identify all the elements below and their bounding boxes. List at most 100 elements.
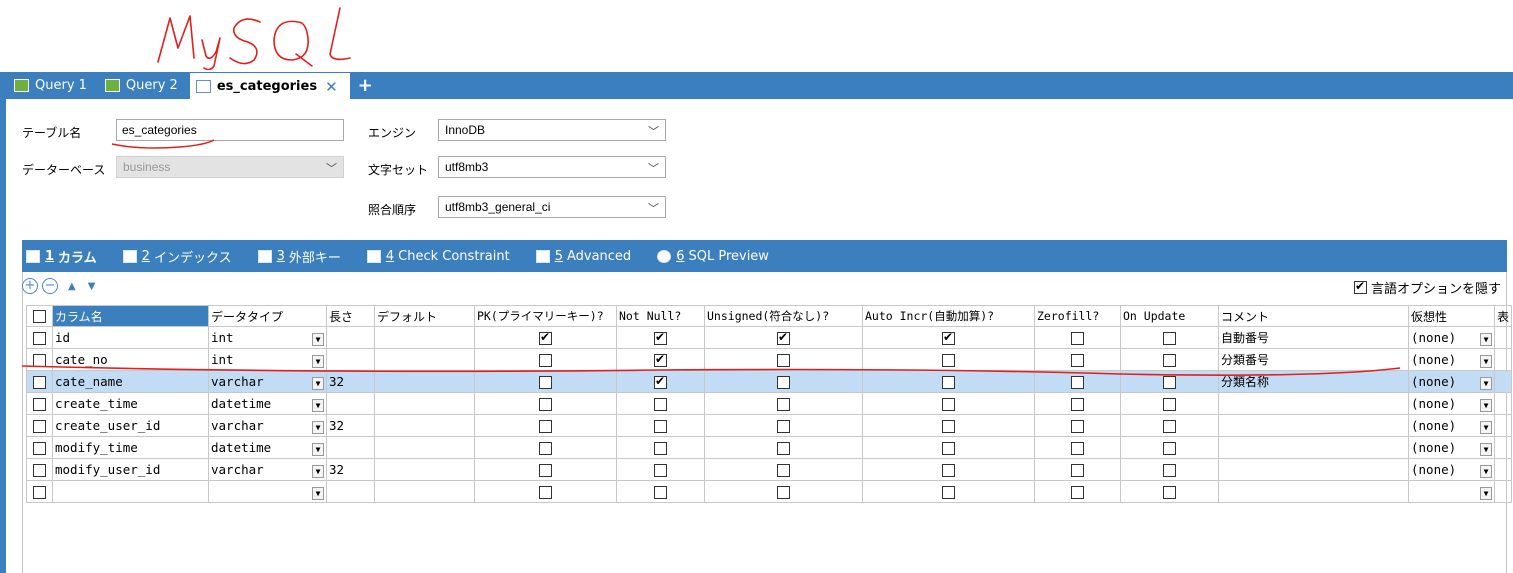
unsigned-checkbox[interactable] — [777, 463, 790, 477]
data-type-header[interactable]: データタイプ — [208, 305, 327, 327]
data-type-cell[interactable]: varchar ▼ — [208, 414, 327, 437]
zerofill-checkbox[interactable] — [1071, 463, 1084, 477]
pk-cell[interactable] — [474, 480, 617, 503]
chevron-down-icon[interactable]: ▼ — [1480, 487, 1492, 500]
notnull-cell[interactable] — [616, 414, 705, 437]
zerofill-checkbox[interactable] — [1071, 419, 1084, 433]
collation-select[interactable]: utf8mb3_general_ci ﹀ — [438, 196, 666, 218]
unsigned-cell[interactable] — [704, 436, 863, 459]
pk-checkbox[interactable] — [539, 397, 552, 411]
chevron-down-icon[interactable]: ▼ — [1480, 333, 1492, 346]
column-name-cell[interactable]: create_user_id — [52, 414, 209, 437]
zerofill-cell[interactable] — [1034, 414, 1121, 437]
expression-cell[interactable] — [1493, 392, 1513, 415]
default-cell[interactable] — [374, 436, 475, 459]
tab-query-2[interactable]: Query 2 — [99, 72, 190, 99]
move-up-button[interactable]: ▲ — [68, 281, 76, 292]
zerofill-checkbox[interactable] — [1071, 485, 1084, 499]
autoinc-checkbox[interactable] — [942, 441, 955, 455]
virtuality-cell[interactable]: (none) ▼ — [1408, 348, 1495, 371]
data-type-cell[interactable]: int ▼ — [208, 326, 327, 349]
column-name-cell[interactable]: modify_time — [52, 436, 209, 459]
comment-cell[interactable]: 自動番号 — [1218, 326, 1409, 349]
onupdate-cell[interactable] — [1120, 436, 1219, 459]
data-type-cell[interactable]: ▼ — [208, 480, 327, 503]
onupdate-checkbox[interactable] — [1163, 419, 1176, 433]
row-select-checkbox[interactable] — [33, 397, 46, 411]
notnull-checkbox[interactable] — [654, 419, 667, 433]
autoinc-cell[interactable] — [862, 392, 1035, 415]
expression-cell[interactable] — [1493, 348, 1513, 371]
zerofill-checkbox[interactable] — [1071, 397, 1084, 411]
column-name-cell[interactable]: id — [52, 326, 209, 349]
onupdate-cell[interactable] — [1120, 480, 1219, 503]
chevron-down-icon[interactable]: ▼ — [312, 443, 324, 456]
pk-header[interactable]: PK(プライマリーキー)? — [474, 305, 617, 327]
row-select-cell[interactable] — [26, 458, 53, 481]
onupdate-cell[interactable] — [1120, 458, 1219, 481]
notnull-cell[interactable] — [616, 326, 705, 349]
unsigned-checkbox[interactable] — [777, 330, 790, 345]
virtuality-cell[interactable]: (none) ▼ — [1408, 436, 1495, 459]
notnull-checkbox[interactable] — [654, 441, 667, 455]
default-header[interactable]: デフォルト — [374, 305, 475, 327]
on-update-header[interactable]: On Update — [1120, 305, 1219, 327]
unsigned-header[interactable]: Unsigned(符合なし)? — [704, 305, 863, 327]
comment-cell[interactable] — [1218, 414, 1409, 437]
default-cell[interactable] — [374, 392, 475, 415]
row-select-cell[interactable] — [26, 436, 53, 459]
zerofill-checkbox[interactable] — [1071, 331, 1084, 345]
notnull-checkbox[interactable] — [654, 397, 667, 411]
virtuality-cell[interactable]: (none) ▼ — [1408, 414, 1495, 437]
autoinc-checkbox[interactable] — [942, 485, 955, 499]
length-cell[interactable] — [326, 480, 375, 503]
engine-select[interactable]: InnoDB ﹀ — [438, 119, 666, 141]
onupdate-cell[interactable] — [1120, 326, 1219, 349]
notnull-checkbox[interactable] — [654, 485, 667, 499]
virtuality-cell[interactable]: (none) ▼ — [1408, 458, 1495, 481]
expression-cell[interactable] — [1493, 370, 1513, 393]
notnull-cell[interactable] — [616, 458, 705, 481]
autoinc-cell[interactable] — [862, 436, 1035, 459]
table-row[interactable]: create_time datetime ▼ (none) ▼ — [26, 392, 1513, 415]
default-cell[interactable] — [374, 458, 475, 481]
pk-checkbox[interactable] — [539, 330, 552, 345]
subtab-check-constraint[interactable]: 4 Check Constraint — [366, 249, 510, 264]
charset-select[interactable]: utf8mb3 ﹀ — [438, 156, 666, 178]
default-cell[interactable] — [374, 480, 475, 503]
unsigned-cell[interactable] — [704, 392, 863, 415]
table-row[interactable]: modify_time datetime ▼ (none) ▼ — [26, 436, 1513, 459]
onupdate-checkbox[interactable] — [1163, 485, 1176, 499]
unsigned-cell[interactable] — [704, 458, 863, 481]
autoinc-cell[interactable] — [862, 414, 1035, 437]
subtab-sql-preview[interactable]: 6 SQL Preview — [657, 249, 769, 264]
chevron-down-icon[interactable]: ▼ — [1480, 465, 1492, 478]
pk-cell[interactable] — [474, 436, 617, 459]
chevron-down-icon[interactable]: ▼ — [312, 333, 324, 346]
row-select-cell[interactable] — [26, 326, 53, 349]
column-name-cell[interactable] — [52, 480, 209, 503]
add-column-button[interactable]: + — [22, 278, 38, 294]
select-all-checkbox-cell[interactable] — [26, 305, 53, 327]
column-name-cell[interactable]: create_time — [52, 392, 209, 415]
zerofill-cell[interactable] — [1034, 326, 1121, 349]
chevron-down-icon[interactable]: ▼ — [1480, 377, 1492, 390]
chevron-down-icon[interactable]: ▼ — [1480, 355, 1492, 368]
subtab-advanced[interactable]: 5 Advanced — [535, 249, 631, 264]
notnull-cell[interactable] — [616, 392, 705, 415]
onupdate-checkbox[interactable] — [1163, 463, 1176, 477]
virtuality-cell[interactable]: ▼ — [1408, 480, 1495, 503]
virtuality-header[interactable]: 仮想性 — [1408, 305, 1495, 327]
comment-cell[interactable] — [1218, 458, 1409, 481]
unsigned-cell[interactable] — [704, 414, 863, 437]
tab-es-categories[interactable]: es_categories ✕ — [189, 73, 350, 100]
row-select-cell[interactable] — [26, 480, 53, 503]
pk-checkbox[interactable] — [539, 441, 552, 455]
row-select-checkbox[interactable] — [33, 463, 46, 477]
zerofill-cell[interactable] — [1034, 392, 1121, 415]
unsigned-cell[interactable] — [704, 326, 863, 349]
expression-cell[interactable] — [1493, 326, 1513, 349]
zerofill-header[interactable]: Zerofill? — [1034, 305, 1121, 327]
expression-cell[interactable] — [1493, 458, 1513, 481]
row-select-checkbox[interactable] — [33, 331, 46, 345]
